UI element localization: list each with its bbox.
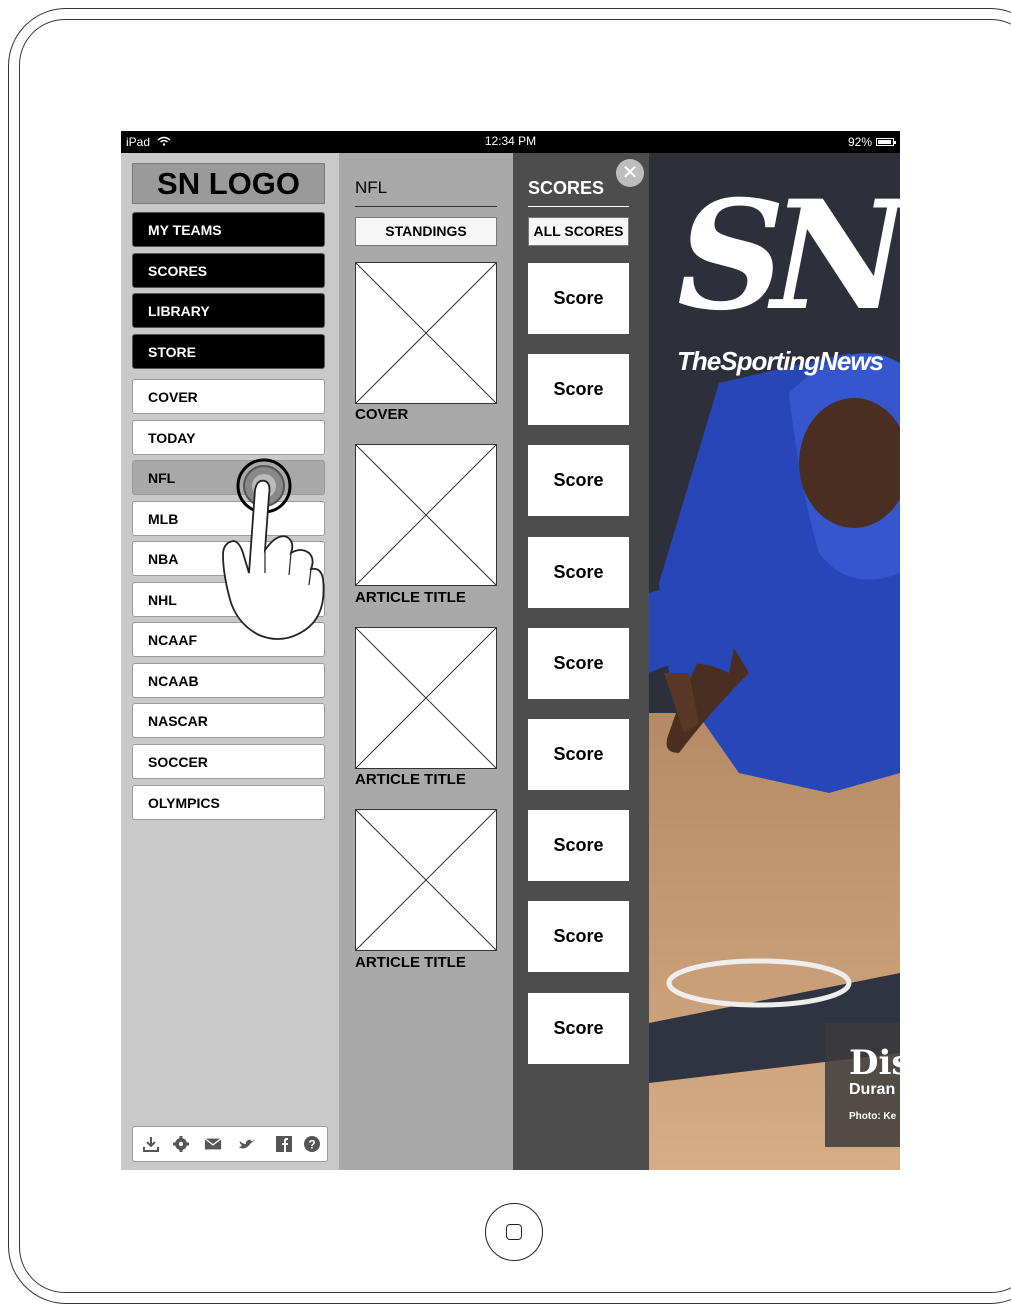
score-card[interactable]: Score	[528, 354, 629, 425]
magazine-cover[interactable]: SN TheSportingNews Dis Duran Photo: Ke	[649, 153, 900, 1170]
cover-headline: Dis	[849, 1043, 900, 1083]
cover-logo-text: SN	[677, 168, 900, 344]
menu-item-today[interactable]: TODAY	[132, 420, 325, 455]
article-title[interactable]: COVER	[355, 406, 408, 423]
menu-footer-toolbar: ?	[132, 1126, 328, 1162]
menu-item-library[interactable]: LIBRARY	[132, 293, 325, 328]
menu-item-olympics[interactable]: OLYMPICS	[132, 785, 325, 820]
home-button-icon	[506, 1224, 522, 1240]
article-thumbnail[interactable]	[355, 444, 497, 586]
menu-item-my-teams[interactable]: MY TEAMS	[132, 212, 325, 247]
left-menu: SN LOGO MY TEAMS SCORES LIBRARY STORE CO…	[121, 153, 339, 1170]
home-button[interactable]	[485, 1203, 543, 1261]
facebook-icon[interactable]	[275, 1135, 293, 1153]
cover-caption: Dis Duran Photo: Ke	[825, 1023, 900, 1147]
status-time: 12:34 PM	[484, 134, 537, 148]
score-card[interactable]: Score	[528, 901, 629, 972]
battery-percent: 92%	[847, 135, 872, 149]
score-card[interactable]: Score	[528, 719, 629, 790]
article-title[interactable]: ARTICLE TITLE	[355, 589, 466, 606]
menu-item-soccer[interactable]: SOCCER	[132, 744, 325, 779]
battery-icon	[876, 138, 896, 146]
article-thumbnail[interactable]	[355, 262, 497, 404]
mail-icon[interactable]	[204, 1135, 222, 1153]
score-card[interactable]: Score	[528, 810, 629, 881]
download-icon[interactable]	[142, 1135, 160, 1153]
menu-item-nascar[interactable]: NASCAR	[132, 703, 325, 738]
article-thumbnail[interactable]	[355, 809, 497, 951]
twitter-icon[interactable]	[238, 1135, 256, 1153]
cover-brand: TheSportingNews	[677, 346, 884, 376]
menu-item-cover[interactable]: COVER	[132, 379, 325, 414]
section-title: NFL	[355, 178, 388, 197]
cover-photo-credit: Photo: Ke	[849, 1111, 897, 1122]
svg-text:?: ?	[308, 1138, 315, 1152]
score-card[interactable]: Score	[528, 993, 629, 1064]
section-divider	[355, 206, 497, 207]
score-card[interactable]: Score	[528, 628, 629, 699]
score-card[interactable]: Score	[528, 263, 629, 334]
standings-button[interactable]: STANDINGS	[355, 217, 497, 246]
cover-subhead: Duran	[849, 1081, 896, 1098]
menu-item-scores[interactable]: SCORES	[132, 253, 325, 288]
score-card[interactable]: Score	[528, 537, 629, 608]
article-title[interactable]: ARTICLE TITLE	[355, 954, 466, 971]
scores-panel: SCORES ✕ ALL SCORES Score Score Score Sc…	[513, 153, 649, 1170]
close-icon[interactable]: ✕	[616, 159, 644, 187]
menu-item-store[interactable]: STORE	[132, 334, 325, 369]
article-title[interactable]: ARTICLE TITLE	[355, 771, 466, 788]
sn-logo-placeholder: SN LOGO	[132, 163, 325, 204]
scores-divider	[528, 206, 629, 207]
status-bar: iPad 12:34 PM 92%	[121, 131, 900, 153]
article-thumbnail[interactable]	[355, 627, 497, 769]
gear-icon[interactable]	[172, 1135, 190, 1153]
all-scores-button[interactable]: ALL SCORES	[528, 217, 629, 246]
screen: iPad 12:34 PM 92% SN LOGO MY TEAMS SCORE…	[121, 131, 900, 1170]
tap-gesture-hand-icon	[222, 458, 325, 640]
status-battery: 92%	[847, 135, 896, 149]
score-card[interactable]: Score	[528, 445, 629, 516]
scores-title: SCORES	[528, 178, 605, 198]
section-panel: NFL STANDINGS COVER ARTICLE TITLE ARTICL…	[339, 153, 513, 1170]
menu-item-ncaab[interactable]: NCAAB	[132, 663, 325, 698]
sn-cover-logo: SN TheSportingNews	[677, 181, 900, 381]
help-icon[interactable]: ?	[303, 1135, 321, 1153]
